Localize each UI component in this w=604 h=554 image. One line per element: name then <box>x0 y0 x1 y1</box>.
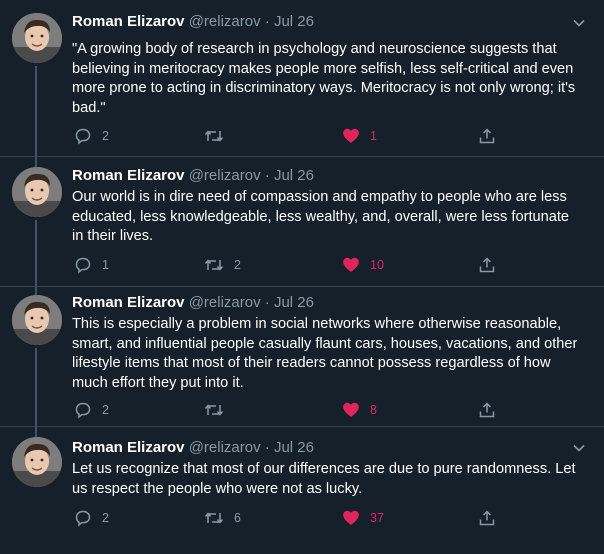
heart-icon <box>342 127 360 145</box>
thread-connector <box>35 66 37 157</box>
tweet-actions: 2 6 37 <box>72 507 512 529</box>
tweet-actions: 1 2 10 <box>72 254 512 276</box>
tweet[interactable]: Roman Elizarov @relizarov · Jul 26 This … <box>0 287 604 427</box>
thread-connector <box>35 157 37 167</box>
reply-button[interactable]: 2 <box>74 507 109 529</box>
tweet-header: Roman Elizarov @relizarov · Jul 26 <box>72 293 568 313</box>
like-count: 10 <box>370 258 384 272</box>
retweet-icon <box>204 509 224 527</box>
share-icon <box>478 256 496 274</box>
tweet-date[interactable]: Jul 26 <box>274 439 314 456</box>
reply-count: 1 <box>102 258 109 272</box>
tweet-header: Roman Elizarov @relizarov · Jul 26 <box>72 438 568 458</box>
like-count: 37 <box>370 511 384 525</box>
retweet-count: 6 <box>234 511 241 525</box>
heart-icon <box>342 401 360 419</box>
separator-dot: · <box>264 294 270 311</box>
avatar[interactable] <box>12 437 62 487</box>
avatar[interactable] <box>12 295 62 345</box>
tweet[interactable]: Roman Elizarov @relizarov · Jul 26 "A gr… <box>0 0 604 157</box>
tweet-text: "A growing body of research in psycholog… <box>72 41 576 116</box>
thread-timeline: Roman Elizarov @relizarov · Jul 26 "A gr… <box>0 0 604 554</box>
tweet-header: Roman Elizarov @relizarov · Jul 26 <box>72 166 568 186</box>
reply-count: 2 <box>102 511 109 525</box>
share-icon <box>478 509 496 527</box>
reply-count: 2 <box>102 403 109 417</box>
tweet[interactable]: Roman Elizarov @relizarov · Jul 26 Let u… <box>0 427 604 554</box>
reply-icon <box>74 127 92 145</box>
retweet-icon <box>204 401 224 419</box>
tweet-date[interactable]: Jul 26 <box>274 167 314 184</box>
retweet-button[interactable] <box>204 399 234 421</box>
retweet-button[interactable] <box>204 125 234 147</box>
heart-icon <box>342 256 360 274</box>
chevron-down-icon[interactable] <box>572 16 586 30</box>
retweet-count: 2 <box>234 258 241 272</box>
tweet-actions: 2 8 <box>72 399 512 421</box>
like-count: 8 <box>370 403 377 417</box>
separator-dot: · <box>264 13 270 30</box>
reply-icon <box>74 509 92 527</box>
heart-icon <box>342 509 360 527</box>
retweet-icon <box>204 256 224 274</box>
author-handle[interactable]: @relizarov <box>189 167 261 184</box>
avatar[interactable] <box>12 13 62 63</box>
share-button[interactable] <box>478 254 496 276</box>
like-button[interactable]: 1 <box>342 125 377 147</box>
tweet-date[interactable]: Jul 26 <box>274 294 314 311</box>
author-name[interactable]: Roman Elizarov <box>72 294 185 311</box>
tweet-text: This is especially a problem in social n… <box>72 316 578 391</box>
author-handle[interactable]: @relizarov <box>189 13 261 30</box>
thread-connector <box>35 348 37 427</box>
author-handle[interactable]: @relizarov <box>189 294 261 311</box>
author-name[interactable]: Roman Elizarov <box>72 13 185 30</box>
tweet[interactable]: Roman Elizarov @relizarov · Jul 26 Our w… <box>0 157 604 287</box>
reply-button[interactable]: 2 <box>74 399 109 421</box>
reply-button[interactable]: 1 <box>74 254 109 276</box>
thread-connector <box>35 427 37 437</box>
retweet-button[interactable]: 6 <box>204 507 241 529</box>
separator-dot: · <box>264 439 270 456</box>
author-handle[interactable]: @relizarov <box>189 439 261 456</box>
reply-icon <box>74 401 92 419</box>
reply-icon <box>74 256 92 274</box>
tweet-text: Our world is in dire need of compassion … <box>72 189 570 244</box>
like-button[interactable]: 8 <box>342 399 377 421</box>
avatar[interactable] <box>12 167 62 217</box>
chevron-down-icon[interactable] <box>572 441 586 455</box>
like-button[interactable]: 37 <box>342 507 384 529</box>
thread-connector <box>35 220 37 287</box>
tweet-text: Let us recognize that most of our differ… <box>72 461 576 497</box>
thread-connector <box>35 287 37 295</box>
author-name[interactable]: Roman Elizarov <box>72 167 185 184</box>
tweet-date[interactable]: Jul 26 <box>274 13 314 30</box>
share-button[interactable] <box>478 507 496 529</box>
share-icon <box>478 401 496 419</box>
tweet-actions: 2 1 <box>72 125 512 147</box>
tweet-header: Roman Elizarov @relizarov · Jul 26 <box>72 12 568 32</box>
share-button[interactable] <box>478 125 496 147</box>
like-button[interactable]: 10 <box>342 254 384 276</box>
reply-count: 2 <box>102 129 109 143</box>
reply-button[interactable]: 2 <box>74 125 109 147</box>
like-count: 1 <box>370 129 377 143</box>
share-button[interactable] <box>478 399 496 421</box>
author-name[interactable]: Roman Elizarov <box>72 439 185 456</box>
retweet-button[interactable]: 2 <box>204 254 241 276</box>
retweet-icon <box>204 127 224 145</box>
separator-dot: · <box>264 167 270 184</box>
share-icon <box>478 127 496 145</box>
